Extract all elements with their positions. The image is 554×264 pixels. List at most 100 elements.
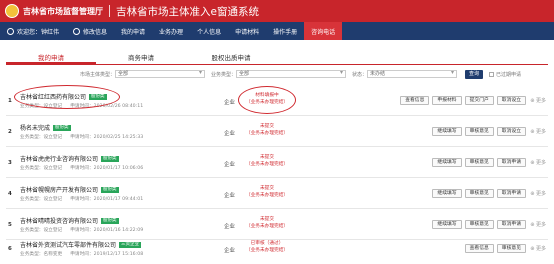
- application-tabs: 我的申请 商务申请 股权出质申请: [6, 52, 548, 65]
- status-text: 未提交 （业务未办理完结）: [245, 124, 289, 136]
- continue-edit-button[interactable]: 继续填写: [432, 189, 462, 198]
- table-row: 6 吉林省外资测试汽车零部件有限公司 三资企业 业务类型：名称变更 申请时间：201…: [6, 234, 548, 264]
- company-badge: 股份类: [101, 217, 119, 224]
- company-badge: 股份类: [101, 155, 119, 162]
- business-select[interactable]: 全部: [236, 70, 347, 78]
- apply-date: 申请时间：2020/01/17 09:44:01: [70, 197, 144, 202]
- menu-manual[interactable]: 操作手册: [266, 22, 304, 40]
- menu-consult-phone[interactable]: 咨询电话: [304, 22, 343, 40]
- submit-portal-button[interactable]: 提交门户: [464, 96, 494, 105]
- more-label: 更多: [535, 160, 546, 166]
- company-name[interactable]: 杨名未完成: [20, 123, 50, 132]
- business-type: 业务类型：设立登记: [20, 166, 63, 171]
- apply-date: 申请时间：2020/01/17 10:06:06: [70, 166, 144, 171]
- more-link[interactable]: ⊕ 更多: [530, 190, 546, 197]
- checkbox-icon: [489, 71, 495, 77]
- view-info-button[interactable]: 查看信息: [464, 244, 494, 253]
- menu-materials[interactable]: 申请材料: [228, 22, 266, 40]
- company-name[interactable]: 吉林省外资测试汽车零部件有限公司: [20, 240, 116, 249]
- apply-date: 申请时间：2019/12/17 15:16:08: [70, 252, 144, 257]
- row-number: 6: [8, 246, 12, 252]
- highlight-ellipse-status: [238, 86, 296, 114]
- cancel-application-button[interactable]: 取消申请: [496, 189, 526, 198]
- menu-welcome-user[interactable]: 欢迎您：钟红伟: [0, 22, 66, 40]
- edit-icon: [73, 27, 81, 35]
- type-select[interactable]: 全部: [115, 70, 206, 78]
- entity-category: 企业: [224, 224, 236, 230]
- review-comments-button[interactable]: 审核意见: [464, 158, 494, 167]
- row-actions: 继续填写 审核意见 取消设立: [429, 127, 526, 136]
- review-comments-button[interactable]: 审核意见: [464, 189, 494, 198]
- row-actions: 继续填写 审核意见 取消申请: [429, 158, 526, 167]
- entity-category: 企业: [224, 131, 236, 137]
- more-label: 更多: [535, 129, 546, 135]
- business-type: 业务类型：名称变更: [20, 252, 63, 257]
- row-number: 5: [8, 222, 12, 228]
- row-actions: 继续填写 审核意见 取消申请: [429, 220, 526, 229]
- view-info-button[interactable]: 查看信息: [400, 96, 430, 105]
- table-row: 3 吉林省虎虎行业咨询有限公司 股份类 业务类型：设立登记 申请时间：2020/01…: [6, 148, 548, 178]
- review-comments-button[interactable]: 审核意见: [496, 244, 526, 253]
- business-filter-label: 业务类型：: [211, 71, 237, 78]
- org-name: 吉林省市场监督管理厅: [23, 6, 103, 16]
- submit-materials-button[interactable]: 申报材料: [432, 96, 462, 105]
- cancel-setup-button[interactable]: 取消设立: [496, 127, 526, 136]
- continue-edit-button[interactable]: 继续填写: [432, 127, 462, 136]
- continue-edit-button[interactable]: 继续填写: [432, 158, 462, 167]
- entity-category: 企业: [224, 248, 236, 254]
- review-comments-button[interactable]: 审核意见: [464, 220, 494, 229]
- cancel-setup-button[interactable]: 取消设立: [496, 96, 526, 105]
- tab-commerce-applications[interactable]: 商务申请: [96, 52, 186, 64]
- row-number: 2: [8, 129, 12, 135]
- main-menu: 欢迎您：钟红伟 修改信息 我的申请 业务办理 个人信息 申请材料 操作手册 咨询…: [0, 22, 554, 40]
- business-type: 业务类型：设立登记: [20, 135, 63, 140]
- row-number: 4: [8, 191, 12, 197]
- menu-my-applications[interactable]: 我的申请: [114, 22, 152, 40]
- user-icon: [7, 27, 14, 35]
- type-filter-label: 市场主体类型：: [80, 71, 116, 78]
- expired-toggle[interactable]: 已过期申请: [489, 71, 521, 78]
- more-label: 更多: [535, 191, 546, 197]
- more-link[interactable]: ⊕ 更多: [530, 97, 546, 104]
- table-row: 2 杨名未完成 股份类 业务类型：设立登记 申请时间：2020/02/25 14:2…: [6, 117, 548, 147]
- status-text: 已审核（通过） （业务未办理完结）: [245, 241, 289, 253]
- company-name[interactable]: 吉林省虎虎行业咨询有限公司: [20, 154, 98, 163]
- more-label: 更多: [535, 222, 546, 228]
- more-label: 更多: [535, 246, 546, 252]
- query-button[interactable]: 查询: [465, 69, 484, 79]
- status-select[interactable]: 未办结: [367, 70, 458, 78]
- company-name[interactable]: 吉林省晴晴投资咨询有限公司: [20, 216, 98, 225]
- more-link[interactable]: ⊕ 更多: [530, 221, 546, 228]
- row-actions: 查看信息 申报材料 提交门户 取消设立: [397, 96, 526, 105]
- menu-label: 修改信息: [83, 28, 108, 36]
- entity-category: 企业: [224, 193, 236, 199]
- menu-business[interactable]: 业务办理: [152, 22, 190, 40]
- status-text: 未提交 （业务未办理完结）: [245, 155, 289, 167]
- cancel-application-button[interactable]: 取消申请: [496, 220, 526, 229]
- row-number: 3: [8, 160, 12, 166]
- more-link[interactable]: ⊕ 更多: [530, 128, 546, 135]
- cancel-application-button[interactable]: 取消申请: [496, 158, 526, 167]
- menu-personal-info[interactable]: 个人信息: [190, 22, 228, 40]
- status-text: 未提交 （业务未办理完结）: [245, 217, 289, 229]
- continue-edit-button[interactable]: 继续填写: [432, 220, 462, 229]
- more-link[interactable]: ⊕ 更多: [530, 245, 546, 252]
- row-number: 1: [8, 98, 12, 104]
- company-badge: 股份类: [101, 186, 119, 193]
- expired-label: 已过期申请: [496, 71, 522, 78]
- tab-my-applications[interactable]: 我的申请: [6, 52, 96, 64]
- business-type: 业务类型：设立登记: [20, 228, 63, 233]
- status-text: 未提交 （业务未办理完结）: [245, 186, 289, 198]
- review-comments-button[interactable]: 审核意见: [464, 127, 494, 136]
- company-badge: 三资企业: [119, 241, 142, 248]
- company-name[interactable]: 吉林省幌幌房产开发有限公司: [20, 185, 98, 194]
- company-badge: 股份类: [53, 124, 71, 131]
- system-title: 吉林省市场主体准入e窗通系统: [116, 5, 259, 18]
- tab-equity-pledge[interactable]: 股权出质申请: [186, 52, 276, 64]
- apply-date: 申请时间：2020/01/16 14:22:09: [70, 228, 144, 233]
- row-actions: 查看信息 审核意见: [462, 244, 526, 253]
- more-link[interactable]: ⊕ 更多: [530, 159, 546, 166]
- menu-label: 欢迎您：钟红伟: [17, 28, 60, 36]
- entity-category: 企业: [224, 100, 236, 106]
- menu-edit-info[interactable]: 修改信息: [66, 22, 114, 40]
